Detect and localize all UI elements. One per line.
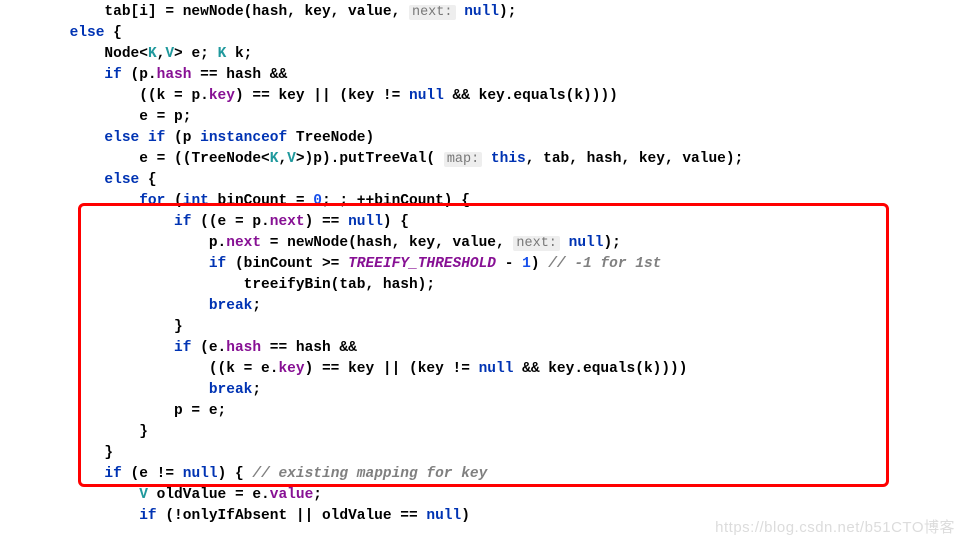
code-line: if ((e = p.next) == null) { xyxy=(0,214,409,230)
code-line: break; xyxy=(0,298,261,314)
code-line: if (p.hash == hash && xyxy=(0,67,287,83)
code-line: V oldValue = e.value; xyxy=(0,487,322,503)
watermark-text: https://blog.csdn.net/b51CTO博客 xyxy=(715,517,955,538)
code-line: } xyxy=(0,445,113,461)
code-line: else if (p instanceof TreeNode) xyxy=(0,130,374,146)
indent xyxy=(0,4,104,20)
code-line: e = ((TreeNode<K,V>)p).putTreeVal( map: … xyxy=(0,151,743,167)
code-line: e = p; xyxy=(0,109,191,125)
code-line: } xyxy=(0,424,148,440)
param-hint: map: xyxy=(444,152,482,167)
code-line: Node<K,V> e; K k; xyxy=(0,46,252,62)
code-line: else { xyxy=(0,25,122,41)
code-line: if (binCount >= TREEIFY_THRESHOLD - 1) /… xyxy=(0,256,661,272)
code-line: if (e != null) { // existing mapping for… xyxy=(0,466,487,482)
code-line: p.next = newNode(hash, key, value, next:… xyxy=(0,235,621,251)
code-line: break; xyxy=(0,382,261,398)
code-line: } xyxy=(0,319,183,335)
code-line: treeifyBin(tab, hash); xyxy=(0,277,435,293)
code-line: tab[i] = newNode(hash, key, value, next:… xyxy=(0,4,516,20)
code-line: if (!onlyIfAbsent || oldValue == null) xyxy=(0,508,470,524)
code-block: tab[i] = newNode(hash, key, value, next:… xyxy=(0,0,965,527)
code-line: ((k = e.key) == key || (key != null && k… xyxy=(0,361,687,377)
code-line: for (int binCount = 0; ; ++binCount) { xyxy=(0,193,470,209)
param-hint: next: xyxy=(513,236,560,251)
code-line: p = e; xyxy=(0,403,226,419)
param-hint: next: xyxy=(409,5,456,20)
code-line: else { xyxy=(0,172,157,188)
code-line: if (e.hash == hash && xyxy=(0,340,357,356)
code-line: ((k = p.key) == key || (key != null && k… xyxy=(0,88,618,104)
